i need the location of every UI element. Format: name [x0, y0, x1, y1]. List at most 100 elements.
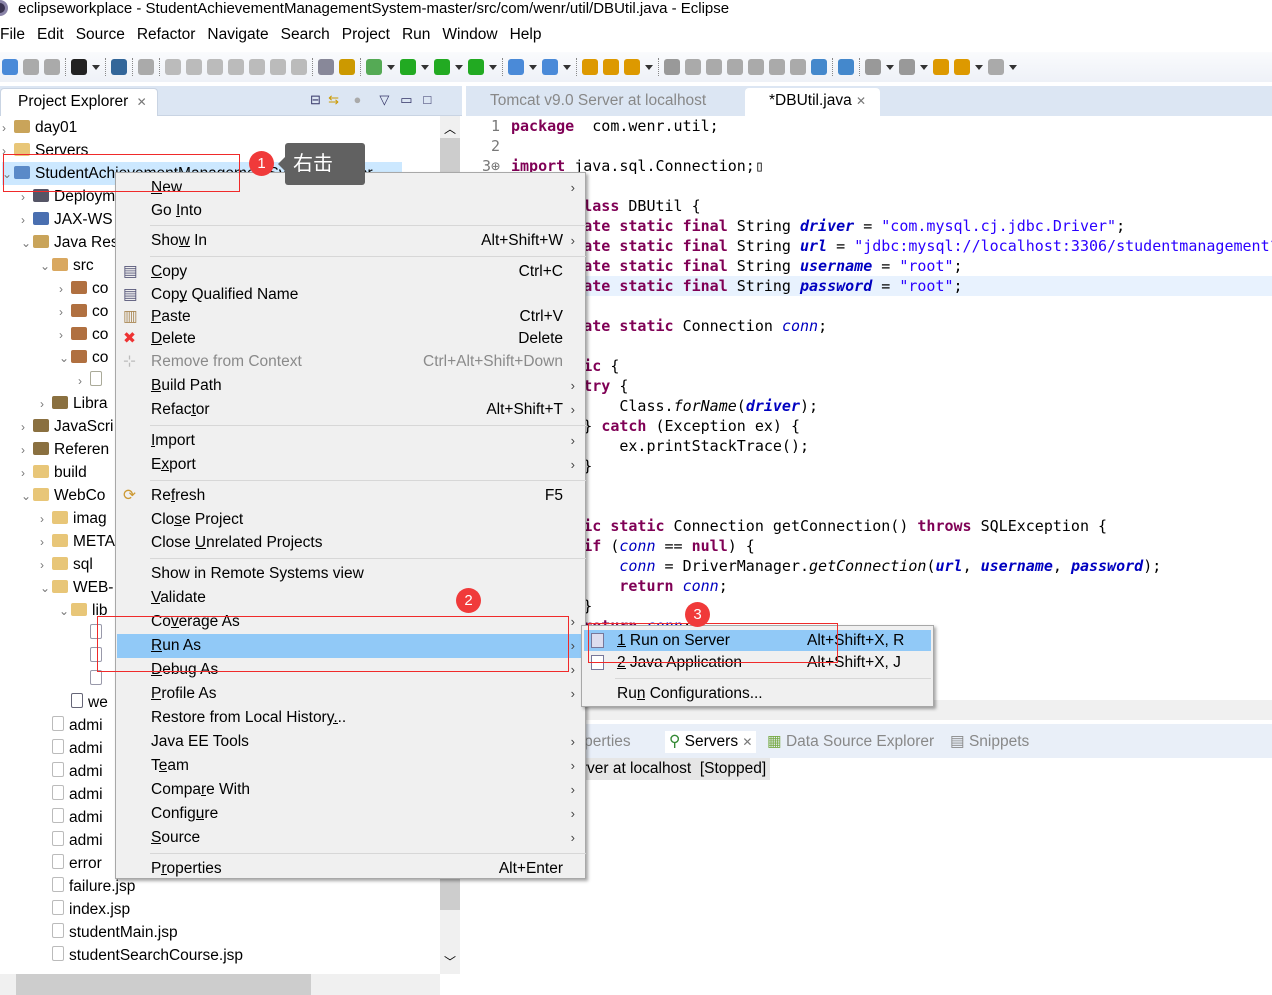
menu-item-show-in-remote-systems-view[interactable]: Show in Remote Systems view — [117, 562, 585, 586]
chevron-right-icon[interactable]: › — [59, 324, 71, 347]
code-editor[interactable]: 1 2 3⊕ package com.wenr.util; import java.sq… — [470, 116, 1272, 706]
toolbar-button-icon[interactable] — [138, 59, 154, 75]
tree-item[interactable]: ⌄ co — [59, 346, 108, 369]
chevron-right-icon[interactable]: › — [40, 393, 52, 416]
chevron-down-icon[interactable]: ⌄ — [40, 255, 52, 278]
menu-item-compare-with[interactable]: Compare With › — [117, 778, 585, 802]
tab-snippets[interactable]: ▤ Snippets — [950, 731, 1029, 753]
tab-dbutil-java[interactable]: *DBUtil.java ✕ — [745, 88, 880, 116]
menu-item-delete[interactable]: ✖ Delete Delete — [117, 328, 585, 350]
toolbar-button-icon[interactable] — [2, 59, 18, 75]
toolbar-button-icon[interactable] — [811, 59, 827, 75]
close-icon[interactable]: ✕ — [856, 94, 866, 108]
toolbar-button-icon[interactable] — [228, 59, 244, 75]
tree-item[interactable]: › co — [59, 277, 108, 300]
tree-item[interactable]: admi — [40, 806, 103, 829]
menu-item-refresh[interactable]: ⟳ Refresh F5 — [117, 484, 585, 508]
tree-item[interactable]: › sql — [40, 553, 93, 576]
submenu-item-run-configurations[interactable]: Run Configurations... — [584, 683, 931, 704]
menu-run[interactable]: Run — [402, 24, 436, 46]
toolbar-button-icon[interactable] — [988, 59, 1004, 75]
dropdown-arrow-icon[interactable] — [886, 64, 894, 70]
close-icon[interactable]: ✕ — [742, 735, 752, 749]
toolbar-button-icon[interactable] — [790, 59, 806, 75]
chevron-down-icon[interactable]: ⌄ — [21, 232, 33, 255]
menu-item-java-ee-tools[interactable]: Java EE Tools › — [117, 730, 585, 754]
tab-data-source-explorer[interactable]: ▦ Data Source Explorer — [767, 731, 934, 753]
tree-item[interactable]: ⌄ src — [40, 254, 94, 277]
menu-project[interactable]: Project — [342, 24, 396, 46]
tree-item[interactable]: index.jsp — [40, 898, 130, 921]
toolbar-button-icon[interactable] — [933, 59, 949, 75]
tree-item[interactable]: ⌄ WebCo — [21, 484, 105, 507]
chevron-right-icon[interactable]: › — [21, 439, 33, 462]
scroll-up-icon[interactable]: ︿ — [444, 120, 456, 137]
menu-item-build-path[interactable]: Build Path › — [117, 374, 585, 398]
toolbar-button-icon[interactable] — [582, 59, 598, 75]
toolbar-button-icon[interactable] — [291, 59, 307, 75]
toolbar-button-icon[interactable] — [542, 59, 558, 75]
menu-item-close-unrelated-projects[interactable]: Close Unrelated Projects — [117, 531, 585, 555]
dropdown-arrow-icon[interactable] — [975, 64, 983, 70]
tree-item[interactable]: we — [59, 691, 108, 714]
menu-item-show-in[interactable]: Show In Alt+Shift+W › — [117, 229, 585, 253]
chevron-down-icon[interactable]: ⌄ — [40, 577, 52, 600]
dropdown-arrow-icon[interactable] — [455, 64, 463, 70]
chevron-down-icon[interactable]: ⌄ — [59, 347, 71, 370]
toolbar-button-icon[interactable] — [769, 59, 785, 75]
dropdown-arrow-icon[interactable] — [387, 64, 395, 70]
toolbar-button-icon[interactable] — [186, 59, 202, 75]
tree-horizontal-scrollbar[interactable] — [0, 974, 440, 995]
chevron-right-icon[interactable]: › — [40, 554, 52, 577]
tree-item[interactable]: studentMain.jsp — [40, 921, 178, 944]
menu-item-team[interactable]: Team › — [117, 754, 585, 778]
chevron-down-icon[interactable]: ⌄ — [21, 485, 33, 508]
tree-item[interactable]: › build — [21, 461, 87, 484]
toolbar-button-icon[interactable] — [207, 59, 223, 75]
dropdown-arrow-icon[interactable] — [1009, 64, 1017, 70]
toolbar-button-icon[interactable] — [165, 59, 181, 75]
menu-file[interactable]: File — [0, 24, 31, 46]
tab-tomcat-server[interactable]: Tomcat v9.0 Server at localhost — [466, 88, 706, 116]
tree-item[interactable]: ⌄ WEB- — [40, 576, 113, 599]
view-menu-icon[interactable]: ▽ — [379, 92, 389, 107]
toolbar-button-icon[interactable] — [954, 59, 970, 75]
chevron-right-icon[interactable]: › — [21, 416, 33, 439]
menu-item-properties[interactable]: Properties Alt+Enter — [117, 857, 585, 881]
tree-item[interactable]: admi — [40, 737, 103, 760]
menu-item-close-project[interactable]: Close Project — [117, 508, 585, 531]
toolbar-button-icon[interactable] — [468, 59, 484, 75]
menu-item-copy-qualified-name[interactable]: ▤ Copy Qualified Name — [117, 284, 585, 306]
toolbar-button-icon[interactable] — [899, 59, 915, 75]
toolbar-button-icon[interactable] — [624, 59, 640, 75]
toolbar-button-icon[interactable] — [339, 59, 355, 75]
menu-item-source[interactable]: Source › — [117, 826, 585, 850]
menu-item-profile-as[interactable]: Profile As › — [117, 682, 585, 706]
menu-item-paste[interactable]: ▥ Paste Ctrl+V — [117, 306, 585, 328]
menu-item-restore-from-local-history[interactable]: Restore from Local History... — [117, 706, 585, 730]
menu-search[interactable]: Search — [281, 24, 336, 46]
toolbar-button-icon[interactable] — [706, 59, 722, 75]
chevron-right-icon[interactable]: › — [2, 117, 14, 140]
toolbar-button-icon[interactable] — [400, 59, 416, 75]
maximize-icon[interactable]: □ — [423, 92, 431, 107]
toolbar-button-icon[interactable] — [434, 59, 450, 75]
toolbar-button-icon[interactable] — [318, 59, 334, 75]
close-icon[interactable]: ✕ — [137, 95, 147, 109]
chevron-right-icon[interactable]: › — [40, 508, 52, 531]
menu-help[interactable]: Help — [510, 24, 548, 46]
minimize-icon[interactable]: ▭ — [400, 92, 412, 107]
toolbar-button-icon[interactable] — [249, 59, 265, 75]
menu-window[interactable]: Window — [442, 24, 503, 46]
toolbar-button-icon[interactable] — [685, 59, 701, 75]
dropdown-arrow-icon[interactable] — [489, 64, 497, 70]
toolbar-button-icon[interactable] — [44, 59, 60, 75]
tree-item[interactable]: › Libra — [40, 392, 107, 415]
toolbar-button-icon[interactable] — [838, 59, 854, 75]
toolbar-button-icon[interactable] — [366, 59, 382, 75]
menu-refactor[interactable]: Refactor — [137, 24, 202, 46]
chevron-right-icon[interactable]: › — [78, 370, 90, 393]
chevron-right-icon[interactable]: › — [21, 209, 33, 232]
toolbar-button-icon[interactable] — [727, 59, 743, 75]
tree-item[interactable]: › — [78, 369, 107, 392]
